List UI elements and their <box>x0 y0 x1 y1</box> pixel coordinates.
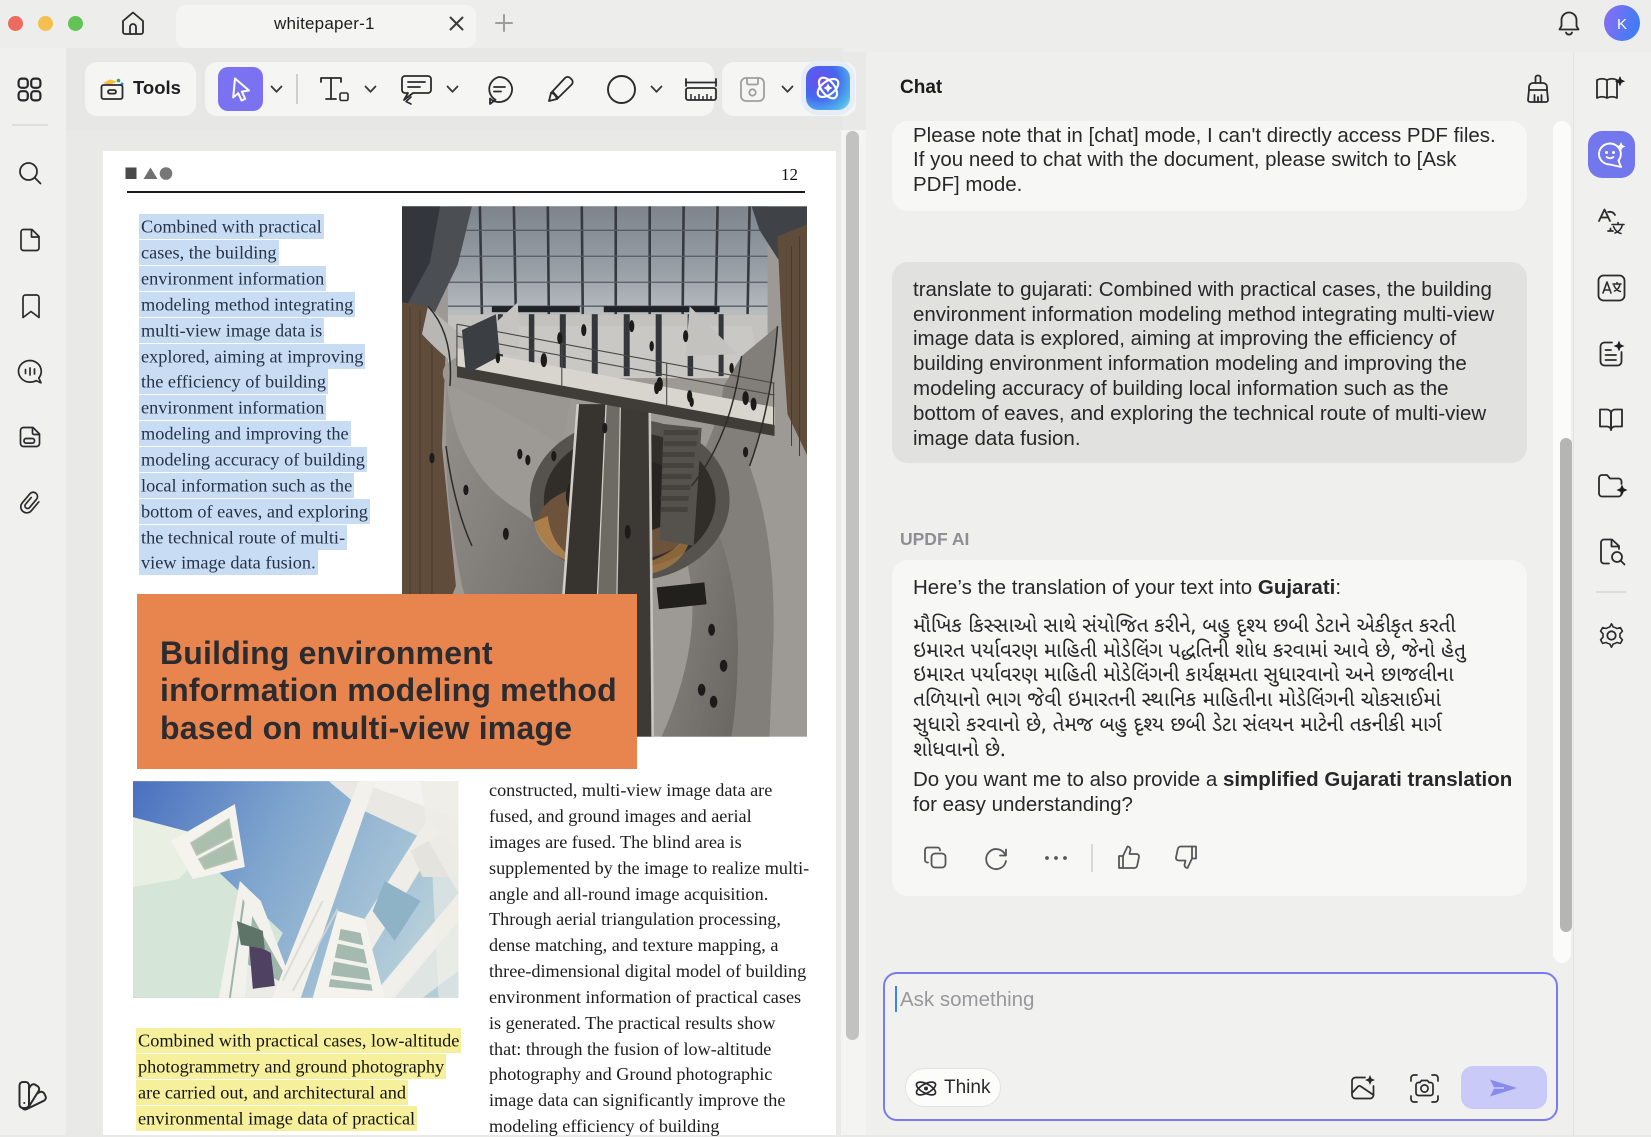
svg-text:K: K <box>1617 16 1627 33</box>
